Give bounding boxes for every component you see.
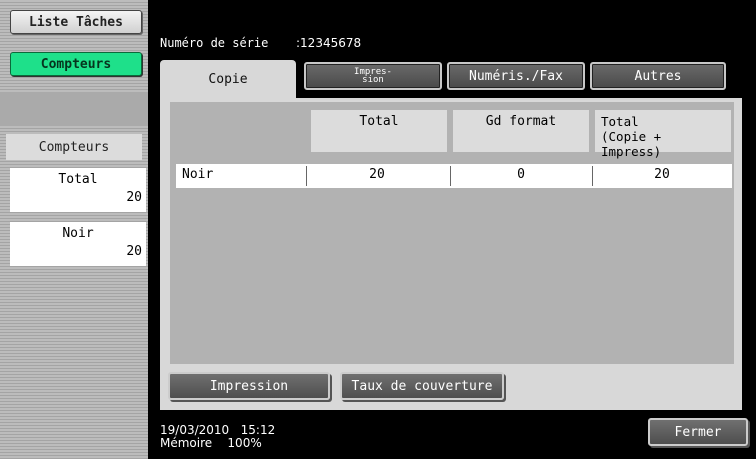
sidebar-counter-total: Total 20 — [10, 168, 146, 212]
job-list-button[interactable]: Liste Tâches — [10, 10, 142, 34]
counters-button[interactable]: Compteurs — [10, 52, 142, 76]
tab-impression-line2: sion — [362, 75, 384, 85]
close-button[interactable]: Fermer — [648, 418, 748, 446]
tab-copie[interactable]: Copie — [160, 60, 296, 102]
column-header-total: Total — [311, 110, 447, 152]
memory-label: Mémoire — [160, 436, 213, 450]
row-label: Noir — [182, 167, 214, 182]
sidebar-counter-value: 20 — [126, 190, 142, 205]
sidebar-divider — [0, 92, 148, 126]
tab-numeris-fax[interactable]: Numéris./Fax — [447, 62, 585, 90]
column-header-sum-line1: Total — [601, 114, 639, 129]
footer-memory: Mémoire 100% — [160, 437, 262, 450]
tab-impression[interactable]: Impres- sion — [304, 62, 442, 90]
column-header-sum-line2: (Copie + Impress) — [601, 129, 662, 159]
serial-number-label: Numéro de série — [160, 36, 269, 50]
column-header-gd-format: Gd format — [453, 110, 589, 152]
sidebar-counter-value: 20 — [126, 244, 142, 259]
serial-number-value: :12345678 — [296, 36, 362, 50]
sidebar-section-title: Compteurs — [6, 134, 142, 160]
footer-date: 19/03/2010 — [160, 423, 230, 437]
cell-gd-format: 0 — [517, 167, 525, 182]
tab-autres[interactable]: Autres — [590, 62, 726, 90]
cell-total: 20 — [369, 167, 385, 182]
cell-sum: 20 — [654, 167, 670, 182]
table-row: Noir 20 0 20 — [176, 164, 732, 188]
footer-time: 15:12 — [240, 423, 276, 437]
impression-button[interactable]: Impression — [168, 372, 330, 400]
sidebar-counter-label: Total — [58, 172, 98, 187]
column-header-total-sum: Total (Copie + Impress) — [595, 110, 731, 159]
sidebar-counter-noir: Noir 20 — [10, 222, 146, 266]
memory-value: 100% — [227, 436, 262, 450]
coverage-rate-button[interactable]: Taux de couverture — [340, 372, 504, 400]
sidebar-counter-label: Noir — [62, 226, 94, 241]
